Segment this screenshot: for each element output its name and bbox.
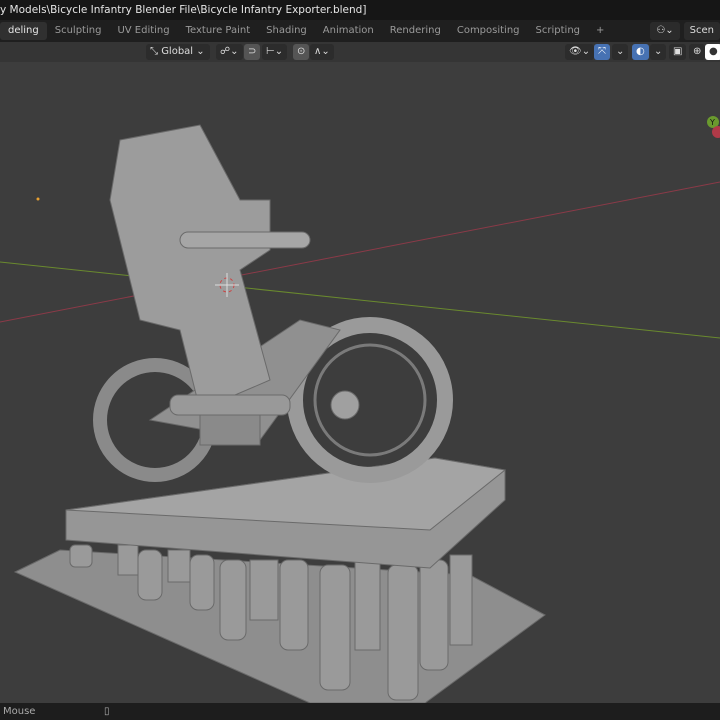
mouse-label: Mouse xyxy=(3,706,36,717)
scene-icon[interactable]: ⚇⌄ xyxy=(650,22,680,40)
tab-sculpting[interactable]: Sculpting xyxy=(47,22,110,40)
scene-name[interactable]: Scen xyxy=(683,22,720,40)
workspace-tabs: deling Sculpting UV Editing Texture Pain… xyxy=(0,20,720,42)
tab-shading[interactable]: Shading xyxy=(258,22,315,40)
snap-toggle-icon[interactable]: ⊃ xyxy=(244,44,261,60)
orientation-value: Global xyxy=(161,46,194,57)
pivot-point-icon[interactable]: ☍⌄ xyxy=(216,44,243,60)
solid-shading-icon[interactable]: ● xyxy=(705,44,720,60)
scene-selector[interactable]: ⚇⌄ Scen xyxy=(650,22,720,40)
tab-rendering[interactable]: Rendering xyxy=(382,22,449,40)
tab-modeling[interactable]: deling xyxy=(0,22,47,40)
x-axis-line xyxy=(0,181,720,323)
falloff-icon[interactable]: ∧⌄ xyxy=(310,44,334,60)
add-workspace-button[interactable]: + xyxy=(588,22,612,40)
status-bar: Mouse ▯ xyxy=(0,703,720,720)
gizmo-dropdown-icon[interactable]: ⌄ xyxy=(612,44,629,60)
3d-viewport[interactable]: Y xyxy=(0,42,720,704)
gizmo-y-label: Y xyxy=(709,118,715,127)
snap-target-icon[interactable]: ⊢⌄ xyxy=(262,44,288,60)
mouse-icon: ▯ xyxy=(104,706,110,717)
title-bar: y Models\Bicycle Infantry Blender File\B… xyxy=(0,0,720,20)
xray-icon[interactable]: ▣ xyxy=(669,44,687,60)
model xyxy=(13,124,546,704)
tab-scripting[interactable]: Scripting xyxy=(528,22,588,40)
tab-animation[interactable]: Animation xyxy=(315,22,382,40)
proportional-edit-icon[interactable]: ⊙ xyxy=(293,44,310,60)
tab-texture-paint[interactable]: Texture Paint xyxy=(178,22,259,40)
tab-uv-editing[interactable]: UV Editing xyxy=(109,22,177,40)
light-object xyxy=(36,197,40,201)
overlay-toggle-icon[interactable]: ◐ xyxy=(632,44,649,60)
visibility-icon[interactable]: 👁⌄ xyxy=(565,44,595,60)
wireframe-shading-icon[interactable]: ⊕ xyxy=(689,44,706,60)
tab-compositing[interactable]: Compositing xyxy=(449,22,528,40)
window-title: y Models\Bicycle Infantry Blender File\B… xyxy=(0,4,367,16)
viewport-header: ⤡ Global ⌄ ☍⌄ ⊃ ⊢⌄ ⊙ ∧⌄ 👁⌄ ⤧ ⌄ ◐ ⌄ ▣ ⊕ ● xyxy=(0,42,720,62)
overlay-dropdown-icon[interactable]: ⌄ xyxy=(650,44,667,60)
orientation-icon: ⤡ xyxy=(150,46,162,57)
transform-orientation-dropdown[interactable]: ⤡ Global ⌄ xyxy=(146,44,210,60)
scene-render: Y xyxy=(0,116,720,704)
gizmo-toggle-icon[interactable]: ⤧ xyxy=(594,44,610,60)
